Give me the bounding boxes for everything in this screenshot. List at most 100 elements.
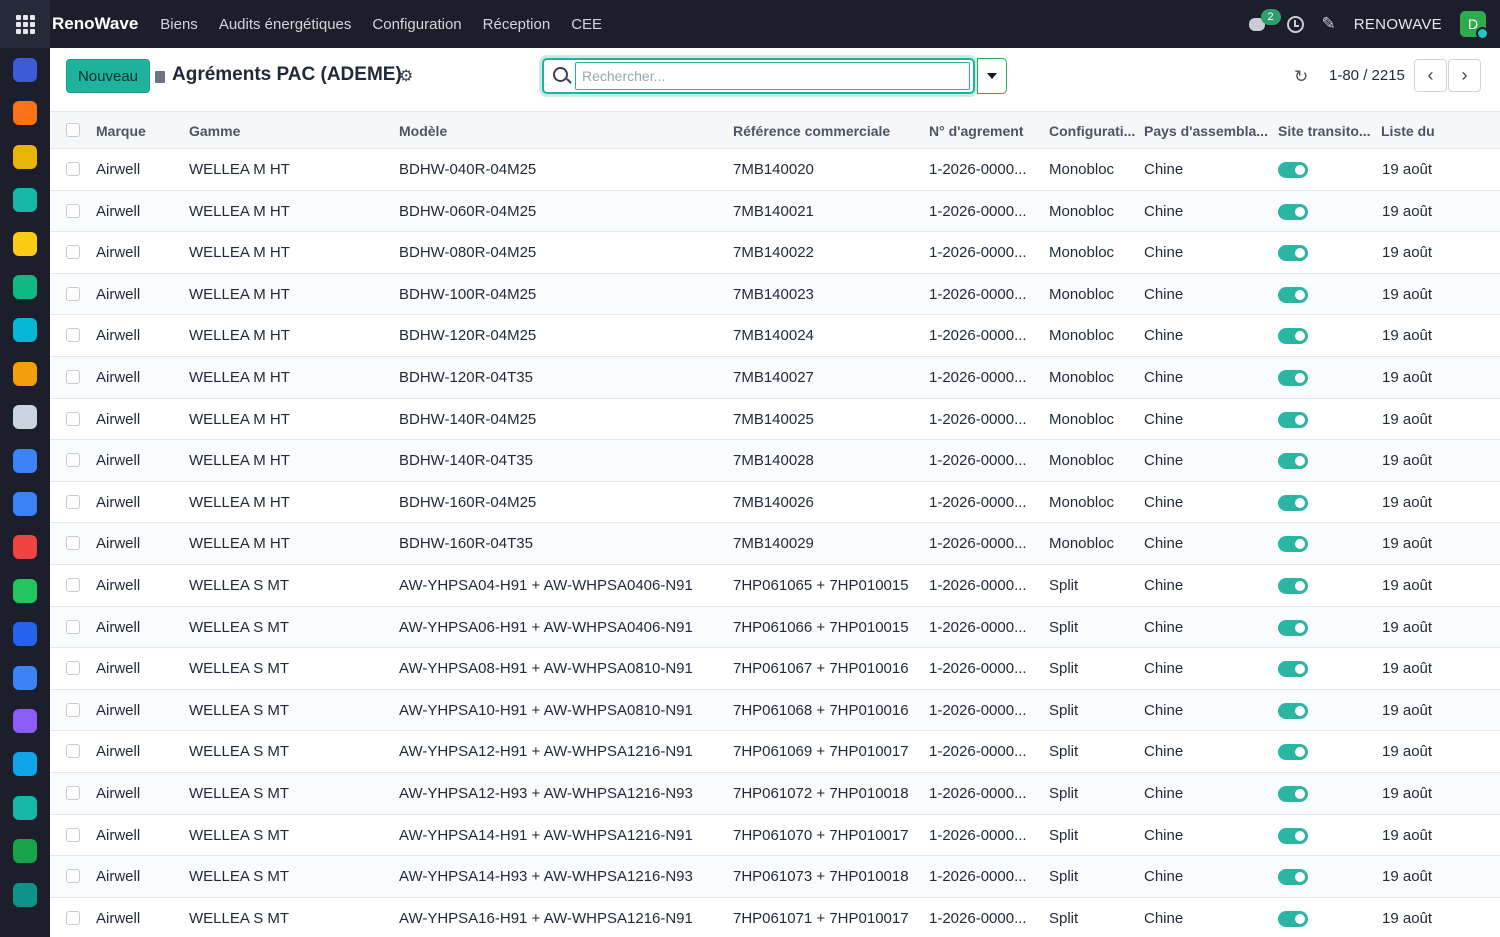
app-16-icon[interactable]: [13, 709, 37, 733]
row-checkbox[interactable]: [66, 910, 80, 925]
row-checkbox[interactable]: [66, 203, 80, 218]
table-row[interactable]: Airwell WELLEA S MT AW-YHPSA08-H91 + AW-WH…: [50, 648, 1500, 690]
table-row[interactable]: Airwell WELLEA S MT AW-YHPSA10-H91 + AW-WH…: [50, 689, 1500, 732]
app-7-icon[interactable]: [13, 318, 37, 343]
app-10-icon[interactable]: [13, 448, 37, 473]
calendar-icon[interactable]: [13, 492, 37, 516]
row-checkbox[interactable]: [66, 578, 80, 592]
table-row[interactable]: Airwell WELLEA M HT BDHW-120R-04T35 7MB1400…: [50, 357, 1500, 399]
app-5-icon[interactable]: [13, 231, 37, 256]
table-row[interactable]: Airwell WELLEA S MT AW-YHPSA12-H93 + AW-WH…: [50, 773, 1500, 815]
column-header-marque[interactable]: Marque: [96, 123, 146, 139]
row-checkbox[interactable]: [66, 786, 80, 800]
column-header-configuration[interactable]: Configurati...: [1049, 123, 1135, 139]
table-row[interactable]: Airwell WELLEA S MT AW-YHPSA06-H91 + AW-WH…: [50, 606, 1500, 649]
app-13-icon[interactable]: [13, 578, 37, 603]
activity-clock-icon[interactable]: [1286, 15, 1304, 33]
table-row[interactable]: Airwell WELLEA M HT BDHW-140R-04M25 7MB1400…: [50, 399, 1500, 441]
table-row[interactable]: Airwell WELLEA S MT AW-YHPSA16-H91 + AW-WH…: [50, 898, 1500, 937]
site-transitoire-toggle[interactable]: [1278, 494, 1308, 511]
calendar-2-icon[interactable]: [13, 622, 37, 647]
column-header-modele[interactable]: Modèle: [399, 123, 447, 139]
row-checkbox[interactable]: [66, 328, 80, 343]
apps-menu-button[interactable]: [0, 0, 50, 48]
search-options-toggle[interactable]: [977, 58, 1007, 94]
site-transitoire-toggle[interactable]: [1278, 578, 1308, 594]
table-row[interactable]: Airwell WELLEA M HT BDHW-040R-04M25 7MB1400…: [50, 149, 1500, 191]
site-transitoire-toggle[interactable]: [1278, 786, 1308, 802]
site-transitoire-toggle[interactable]: [1278, 744, 1308, 761]
search-input[interactable]: [575, 62, 970, 90]
table-row[interactable]: Airwell WELLEA M HT BDHW-060R-04M25 7MB1400…: [50, 190, 1500, 233]
magic-wand-icon[interactable]: ✎: [1322, 14, 1336, 34]
new-button[interactable]: Nouveau: [66, 59, 150, 93]
table-row[interactable]: Airwell WELLEA M HT BDHW-120R-04M25 7MB1400…: [50, 315, 1500, 357]
column-header-site[interactable]: Site transito...: [1278, 123, 1371, 139]
site-transitoire-toggle[interactable]: [1278, 370, 1308, 386]
row-checkbox[interactable]: [66, 744, 80, 759]
site-transitoire-toggle[interactable]: [1278, 536, 1308, 553]
table-row[interactable]: Airwell WELLEA M HT BDHW-080R-04M25 7MB1400…: [50, 232, 1500, 274]
site-transitoire-toggle[interactable]: [1278, 661, 1308, 678]
site-transitoire-toggle[interactable]: [1278, 619, 1308, 636]
site-transitoire-toggle[interactable]: [1278, 910, 1308, 927]
column-header-gamme[interactable]: Gamme: [189, 123, 240, 139]
table-row[interactable]: Airwell WELLEA M HT BDHW-160R-04T35 7MB1400…: [50, 523, 1500, 565]
row-checkbox[interactable]: [66, 245, 80, 260]
app-8-icon[interactable]: [13, 361, 37, 386]
row-checkbox[interactable]: [66, 411, 80, 426]
site-transitoire-toggle[interactable]: [1278, 286, 1308, 303]
row-checkbox[interactable]: [66, 536, 80, 551]
site-transitoire-toggle[interactable]: [1278, 869, 1308, 886]
pager-next-button[interactable]: ›: [1448, 59, 1481, 92]
gear-icon[interactable]: ⚙: [399, 66, 413, 86]
table-row[interactable]: Airwell WELLEA M HT BDHW-160R-04M25 7MB1400…: [50, 482, 1500, 524]
row-checkbox[interactable]: [66, 162, 80, 176]
search-icon[interactable]: [553, 67, 568, 82]
site-transitoire-toggle[interactable]: [1278, 453, 1308, 470]
dashboard-icon[interactable]: [13, 535, 37, 560]
site-transitoire-toggle[interactable]: [1278, 162, 1308, 178]
contacts-icon[interactable]: [13, 275, 37, 299]
row-checkbox[interactable]: [66, 827, 80, 842]
company-switcher[interactable]: RENOWAVE: [1354, 16, 1442, 33]
sign-icon[interactable]: [13, 188, 37, 213]
user-avatar[interactable]: D: [1460, 11, 1489, 40]
column-header-reference[interactable]: Référence commerciale: [733, 123, 890, 139]
site-transitoire-toggle[interactable]: [1278, 702, 1308, 719]
row-checkbox[interactable]: [66, 661, 80, 676]
site-transitoire-toggle[interactable]: [1278, 827, 1308, 844]
app-17-icon[interactable]: [13, 752, 37, 777]
app-2-icon[interactable]: [13, 101, 37, 126]
column-header-liste[interactable]: Liste du: [1381, 123, 1435, 139]
row-checkbox[interactable]: [66, 494, 80, 509]
row-checkbox[interactable]: [66, 370, 80, 384]
menu-item-biens[interactable]: Biens: [160, 16, 198, 33]
row-checkbox[interactable]: [66, 286, 80, 301]
menu-item-reception[interactable]: Réception: [483, 16, 551, 33]
app-20-icon[interactable]: [13, 882, 37, 907]
pager-previous-button[interactable]: ‹: [1414, 59, 1447, 92]
brand-name[interactable]: RenoWave: [52, 14, 138, 34]
select-all-checkbox[interactable]: [66, 123, 80, 137]
app-19-icon[interactable]: [13, 839, 37, 864]
table-row[interactable]: Airwell WELLEA S MT AW-YHPSA12-H91 + AW-WH…: [50, 731, 1500, 773]
bank-icon[interactable]: [13, 405, 37, 430]
row-checkbox[interactable]: [66, 702, 80, 717]
app-15-icon[interactable]: [13, 665, 37, 690]
column-header-pays[interactable]: Pays d'assembla...: [1144, 123, 1268, 139]
table-row[interactable]: Airwell WELLEA M HT BDHW-140R-04T35 7MB1400…: [50, 440, 1500, 482]
menu-item-cee[interactable]: CEE: [571, 16, 602, 33]
site-transitoire-toggle[interactable]: [1278, 328, 1308, 345]
row-checkbox[interactable]: [66, 453, 80, 468]
calendar-31-icon[interactable]: [13, 144, 37, 169]
app-1-icon[interactable]: [13, 58, 37, 82]
row-checkbox[interactable]: [66, 869, 80, 884]
table-row[interactable]: Airwell WELLEA M HT BDHW-100R-04M25 7MB1400…: [50, 273, 1500, 316]
site-transitoire-toggle[interactable]: [1278, 411, 1308, 428]
row-checkbox[interactable]: [66, 619, 80, 634]
table-row[interactable]: Airwell WELLEA S MT AW-YHPSA04-H91 + AW-WH…: [50, 565, 1500, 607]
column-header-agrement[interactable]: N° d'agrement: [929, 123, 1024, 139]
table-row[interactable]: Airwell WELLEA S MT AW-YHPSA14-H91 + AW-WH…: [50, 815, 1500, 857]
site-transitoire-toggle[interactable]: [1278, 203, 1308, 220]
